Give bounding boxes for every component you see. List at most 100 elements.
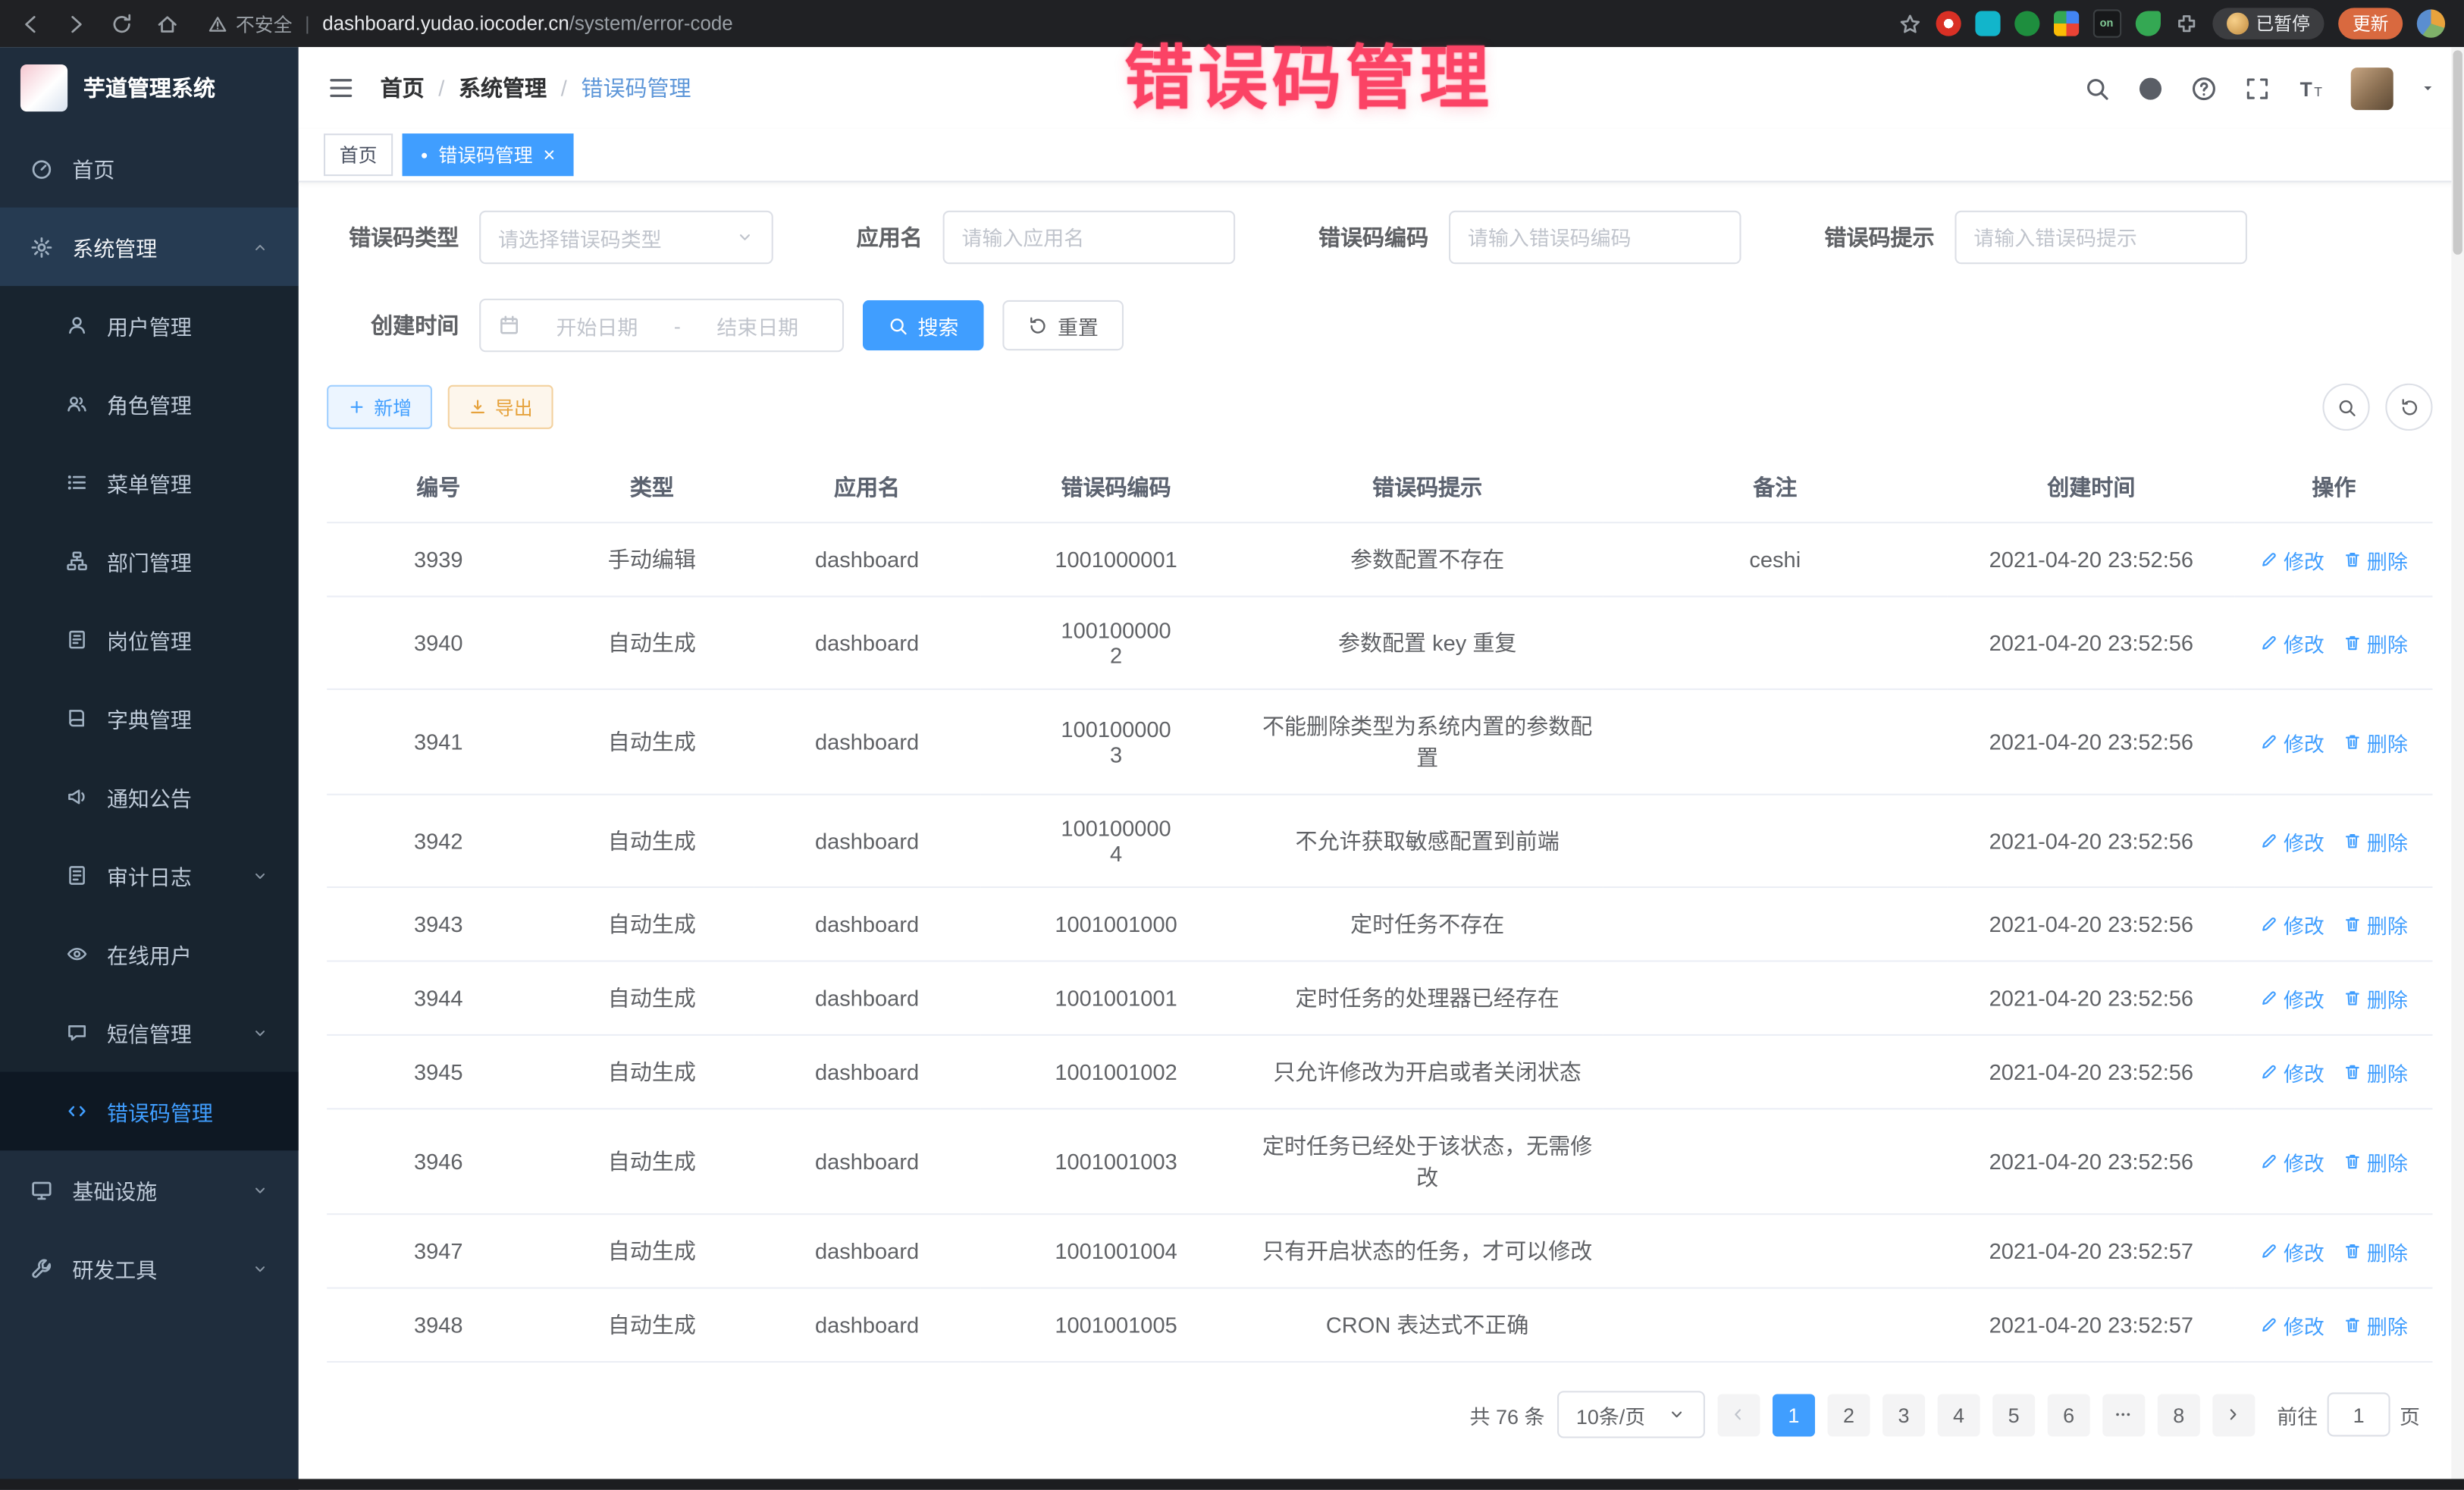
- row-delete-link[interactable]: 删除: [2343, 1147, 2408, 1176]
- svg-text:T: T: [2314, 83, 2322, 99]
- extension-leaf-icon[interactable]: [2135, 11, 2160, 36]
- pager-page-4[interactable]: 4: [1938, 1393, 1980, 1435]
- pager-page-8[interactable]: 8: [2158, 1393, 2200, 1435]
- sidebar-item-post[interactable]: 岗位管理: [0, 601, 299, 679]
- row-edit-link[interactable]: 修改: [2260, 1310, 2324, 1340]
- pager-next-button[interactable]: [2212, 1393, 2255, 1435]
- type-select[interactable]: 请选择错误码类型: [479, 211, 773, 264]
- pager-prev-button[interactable]: [1717, 1393, 1760, 1435]
- sidebar-item-sms[interactable]: 短信管理: [0, 993, 299, 1072]
- row-edit-link[interactable]: 修改: [2260, 909, 2324, 939]
- show-search-button[interactable]: [2322, 384, 2369, 431]
- puzzle-extensions-icon[interactable]: [2174, 12, 2198, 36]
- breadcrumb-home[interactable]: 首页: [381, 72, 425, 103]
- row-edit-link[interactable]: 修改: [2260, 628, 2324, 657]
- row-delete-link[interactable]: 删除: [2343, 983, 2408, 1012]
- extension-icon[interactable]: [2014, 11, 2039, 36]
- browser-update-button[interactable]: 更新: [2338, 8, 2403, 39]
- monitor-icon: [30, 1178, 53, 1201]
- sidebar-item-menu[interactable]: 菜单管理: [0, 444, 299, 522]
- row-edit-link[interactable]: 修改: [2260, 983, 2324, 1012]
- scrollbar[interactable]: [2451, 47, 2464, 1479]
- security-chip[interactable]: 不安全: [208, 10, 293, 36]
- sidebar-item-system[interactable]: 系统管理: [0, 208, 299, 287]
- error-code-input[interactable]: [1449, 211, 1741, 264]
- refresh-table-button[interactable]: [2385, 384, 2432, 431]
- app-name-input[interactable]: [943, 211, 1236, 264]
- sidebar-item-error-code[interactable]: 错误码管理: [0, 1072, 299, 1151]
- sidebar-item-role[interactable]: 角色管理: [0, 365, 299, 444]
- pager-more-button[interactable]: [2102, 1393, 2145, 1435]
- reload-icon[interactable]: [110, 12, 133, 36]
- goto-page-input[interactable]: [2328, 1392, 2390, 1436]
- profile-paused-chip[interactable]: 已暂停: [2212, 8, 2324, 39]
- extension-icon[interactable]: [2053, 11, 2078, 36]
- sidebar-item-user[interactable]: 用户管理: [0, 286, 299, 365]
- search-icon[interactable]: [2083, 74, 2110, 101]
- github-icon[interactable]: [2137, 74, 2164, 101]
- forward-icon[interactable]: [64, 12, 88, 36]
- cell-type: 自动生成: [550, 795, 754, 887]
- row-delete-link[interactable]: 删除: [2343, 909, 2408, 939]
- tab-home[interactable]: 首页: [324, 133, 393, 176]
- error-hint-input[interactable]: [1955, 211, 2247, 264]
- help-icon[interactable]: [2190, 74, 2217, 101]
- close-icon[interactable]: [541, 146, 558, 164]
- row-edit-link[interactable]: 修改: [2260, 1236, 2324, 1266]
- address-bar[interactable]: dashboard.yudao.iocoder.cn/system/error-…: [322, 13, 733, 35]
- text-size-icon[interactable]: TT: [2297, 74, 2324, 101]
- pager-page-2[interactable]: 2: [1827, 1393, 1870, 1435]
- extension-on-badge-icon[interactable]: on: [2093, 9, 2121, 37]
- bookmark-star-icon[interactable]: [1898, 12, 1921, 36]
- cell-operations: 修改删除: [2235, 1214, 2432, 1288]
- hamburger-icon[interactable]: [327, 74, 355, 102]
- row-delete-link[interactable]: 删除: [2343, 727, 2408, 757]
- pager-page-3[interactable]: 3: [1882, 1393, 1925, 1435]
- row-delete-link[interactable]: 删除: [2343, 1057, 2408, 1087]
- app-logo[interactable]: 芋道管理系统: [0, 47, 299, 129]
- row-delete-link[interactable]: 删除: [2343, 1236, 2408, 1266]
- row-delete-link[interactable]: 删除: [2343, 826, 2408, 855]
- chevron-down-icon[interactable]: [2420, 80, 2436, 96]
- home-icon[interactable]: [155, 12, 179, 36]
- pager-page-6[interactable]: 6: [2048, 1393, 2090, 1435]
- tab-error-code[interactable]: 错误码管理: [403, 133, 574, 176]
- sidebar-item-dept[interactable]: 部门管理: [0, 522, 299, 601]
- row-delete-link[interactable]: 删除: [2343, 544, 2408, 574]
- fullscreen-icon[interactable]: [2244, 74, 2271, 101]
- row-delete-link[interactable]: 删除: [2343, 1310, 2408, 1340]
- export-button[interactable]: 导出: [448, 385, 553, 429]
- add-button[interactable]: 新增: [327, 385, 432, 429]
- sidebar-item-devtools[interactable]: 研发工具: [0, 1229, 299, 1308]
- user-icon: [66, 315, 88, 337]
- row-edit-link[interactable]: 修改: [2260, 1147, 2324, 1176]
- cell-operations: 修改删除: [2235, 597, 2432, 689]
- extension-icon[interactable]: [1936, 11, 1961, 36]
- reset-button[interactable]: 重置: [1002, 300, 1124, 350]
- search-button[interactable]: 搜索: [863, 300, 984, 350]
- page-size-select[interactable]: 10条/页: [1557, 1391, 1705, 1438]
- sidebar-item-infra[interactable]: 基础设施: [0, 1150, 299, 1229]
- edit-icon: [2260, 550, 2279, 569]
- row-edit-link[interactable]: 修改: [2260, 727, 2324, 757]
- edit-icon: [2260, 732, 2279, 751]
- row-delete-link[interactable]: 删除: [2343, 628, 2408, 657]
- breadcrumb-system[interactable]: 系统管理: [459, 72, 547, 103]
- row-edit-link[interactable]: 修改: [2260, 544, 2324, 574]
- row-edit-link[interactable]: 修改: [2260, 826, 2324, 855]
- user-avatar[interactable]: [2351, 67, 2393, 109]
- extension-icon[interactable]: [1974, 11, 1999, 36]
- browser-profile-avatar[interactable]: [2417, 9, 2445, 37]
- pager-page-5[interactable]: 5: [1992, 1393, 2035, 1435]
- sidebar-item-dict[interactable]: 字典管理: [0, 679, 299, 758]
- row-edit-link[interactable]: 修改: [2260, 1057, 2324, 1087]
- sidebar-item-audit-log[interactable]: 审计日志: [0, 836, 299, 915]
- sidebar-item-notice[interactable]: 通知公告: [0, 758, 299, 836]
- date-range-picker[interactable]: 开始日期 - 结束日期: [479, 299, 844, 352]
- scrollbar-thumb[interactable]: [2453, 50, 2462, 254]
- chevron-up-icon: [252, 238, 269, 256]
- pager-page-1[interactable]: 1: [1773, 1393, 1815, 1435]
- back-icon[interactable]: [19, 12, 42, 36]
- sidebar-item-online-user[interactable]: 在线用户: [0, 914, 299, 993]
- sidebar-item-home[interactable]: 首页: [0, 129, 299, 208]
